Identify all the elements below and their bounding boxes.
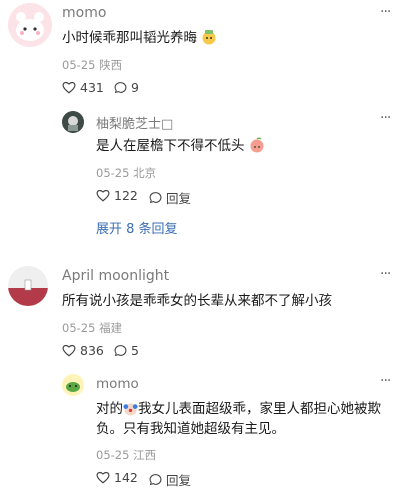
comment-location: 福建 <box>99 321 123 335</box>
reply-username[interactable]: momo <box>96 376 139 392</box>
heart-icon <box>62 81 76 94</box>
comment-meta: 05-25 福建 <box>62 320 122 336</box>
avatar-image <box>8 266 48 306</box>
reply-count: 9 <box>131 80 139 95</box>
comment-date: 05-25 <box>62 58 96 72</box>
like-button[interactable]: 836 <box>62 343 104 358</box>
reply-text-part: 我女儿表面超级乖，家里人都担心她被欺 <box>138 401 381 417</box>
avatar[interactable] <box>62 111 84 133</box>
more-dots-icon[interactable]: ··· <box>380 266 391 282</box>
more-dots-icon[interactable]: ··· <box>380 4 391 20</box>
heart-icon <box>96 471 110 484</box>
heart-icon <box>96 189 110 202</box>
reply-username[interactable]: 柚梨脆芝士□ <box>96 113 173 132</box>
reply-location: 北京 <box>133 166 157 180</box>
like-count: 122 <box>114 188 138 203</box>
more-dots-icon[interactable]: ··· <box>380 373 391 389</box>
reply-button[interactable]: 回复 <box>149 188 191 207</box>
comment-text: 小时候乖那叫韬光养晦 <box>62 28 217 48</box>
like-button[interactable]: 431 <box>62 80 104 95</box>
heart-icon <box>62 344 76 357</box>
reply-label: 回复 <box>166 473 192 488</box>
avatar[interactable] <box>8 3 52 47</box>
comment-bubble-icon <box>114 82 127 94</box>
reply-button[interactable]: 回复 <box>149 470 191 489</box>
more-dots-icon[interactable]: ··· <box>380 110 391 126</box>
reply-date: 05-25 <box>96 448 130 462</box>
reply-label: 回复 <box>166 191 192 206</box>
reply-date: 05-25 <box>96 166 130 180</box>
reply-button[interactable]: 9 <box>114 80 139 95</box>
emoji-icon <box>202 30 216 45</box>
avatar-image <box>8 3 52 47</box>
peach-emoji-icon <box>250 137 264 153</box>
comment-date: 05-25 <box>62 321 96 335</box>
comment-text-body: 小时候乖那叫韬光养晦 <box>62 30 197 46</box>
comment-meta: 05-25 陕西 <box>62 57 122 73</box>
expand-replies-link[interactable]: 展开 8 条回复 <box>96 218 178 237</box>
reply-button[interactable]: 5 <box>114 343 139 358</box>
reply-text-part: 对的 <box>96 401 123 417</box>
reply-meta: 05-25 北京 <box>96 165 156 181</box>
reply-location: 江西 <box>133 448 157 462</box>
reply-count: 5 <box>131 343 139 358</box>
comment-bubble-icon <box>149 474 162 486</box>
avatar-image <box>62 111 84 133</box>
avatar[interactable] <box>62 374 84 396</box>
like-button[interactable]: 142 <box>96 470 138 485</box>
comment-bubble-icon <box>114 345 127 357</box>
avatar[interactable] <box>8 266 48 306</box>
like-count: 142 <box>114 470 138 485</box>
clown-emoji-icon <box>123 403 138 416</box>
username[interactable]: momo <box>62 5 106 21</box>
comment-location: 陕西 <box>99 58 123 72</box>
comment-text: 所有说小孩是乖乖女的长辈从来都不了解小孩 <box>62 293 332 309</box>
like-count: 431 <box>80 80 104 95</box>
reply-text: 是人在屋檐下不得不低头 <box>96 136 265 156</box>
reply-text-body: 是人在屋檐下不得不低头 <box>96 138 245 154</box>
reply-text: 对的 我女儿表面超级乖，家里人都担心她被欺 负。只有我知道她超级有主见。 <box>96 399 396 439</box>
reply-meta: 05-25 江西 <box>96 447 156 463</box>
username[interactable]: April moonlight <box>62 268 169 284</box>
reply-text-part: 负。只有我知道她超级有主见。 <box>96 421 285 437</box>
like-button[interactable]: 122 <box>96 188 138 203</box>
comment-bubble-icon <box>149 192 162 204</box>
avatar-image <box>62 374 84 396</box>
like-count: 836 <box>80 343 104 358</box>
